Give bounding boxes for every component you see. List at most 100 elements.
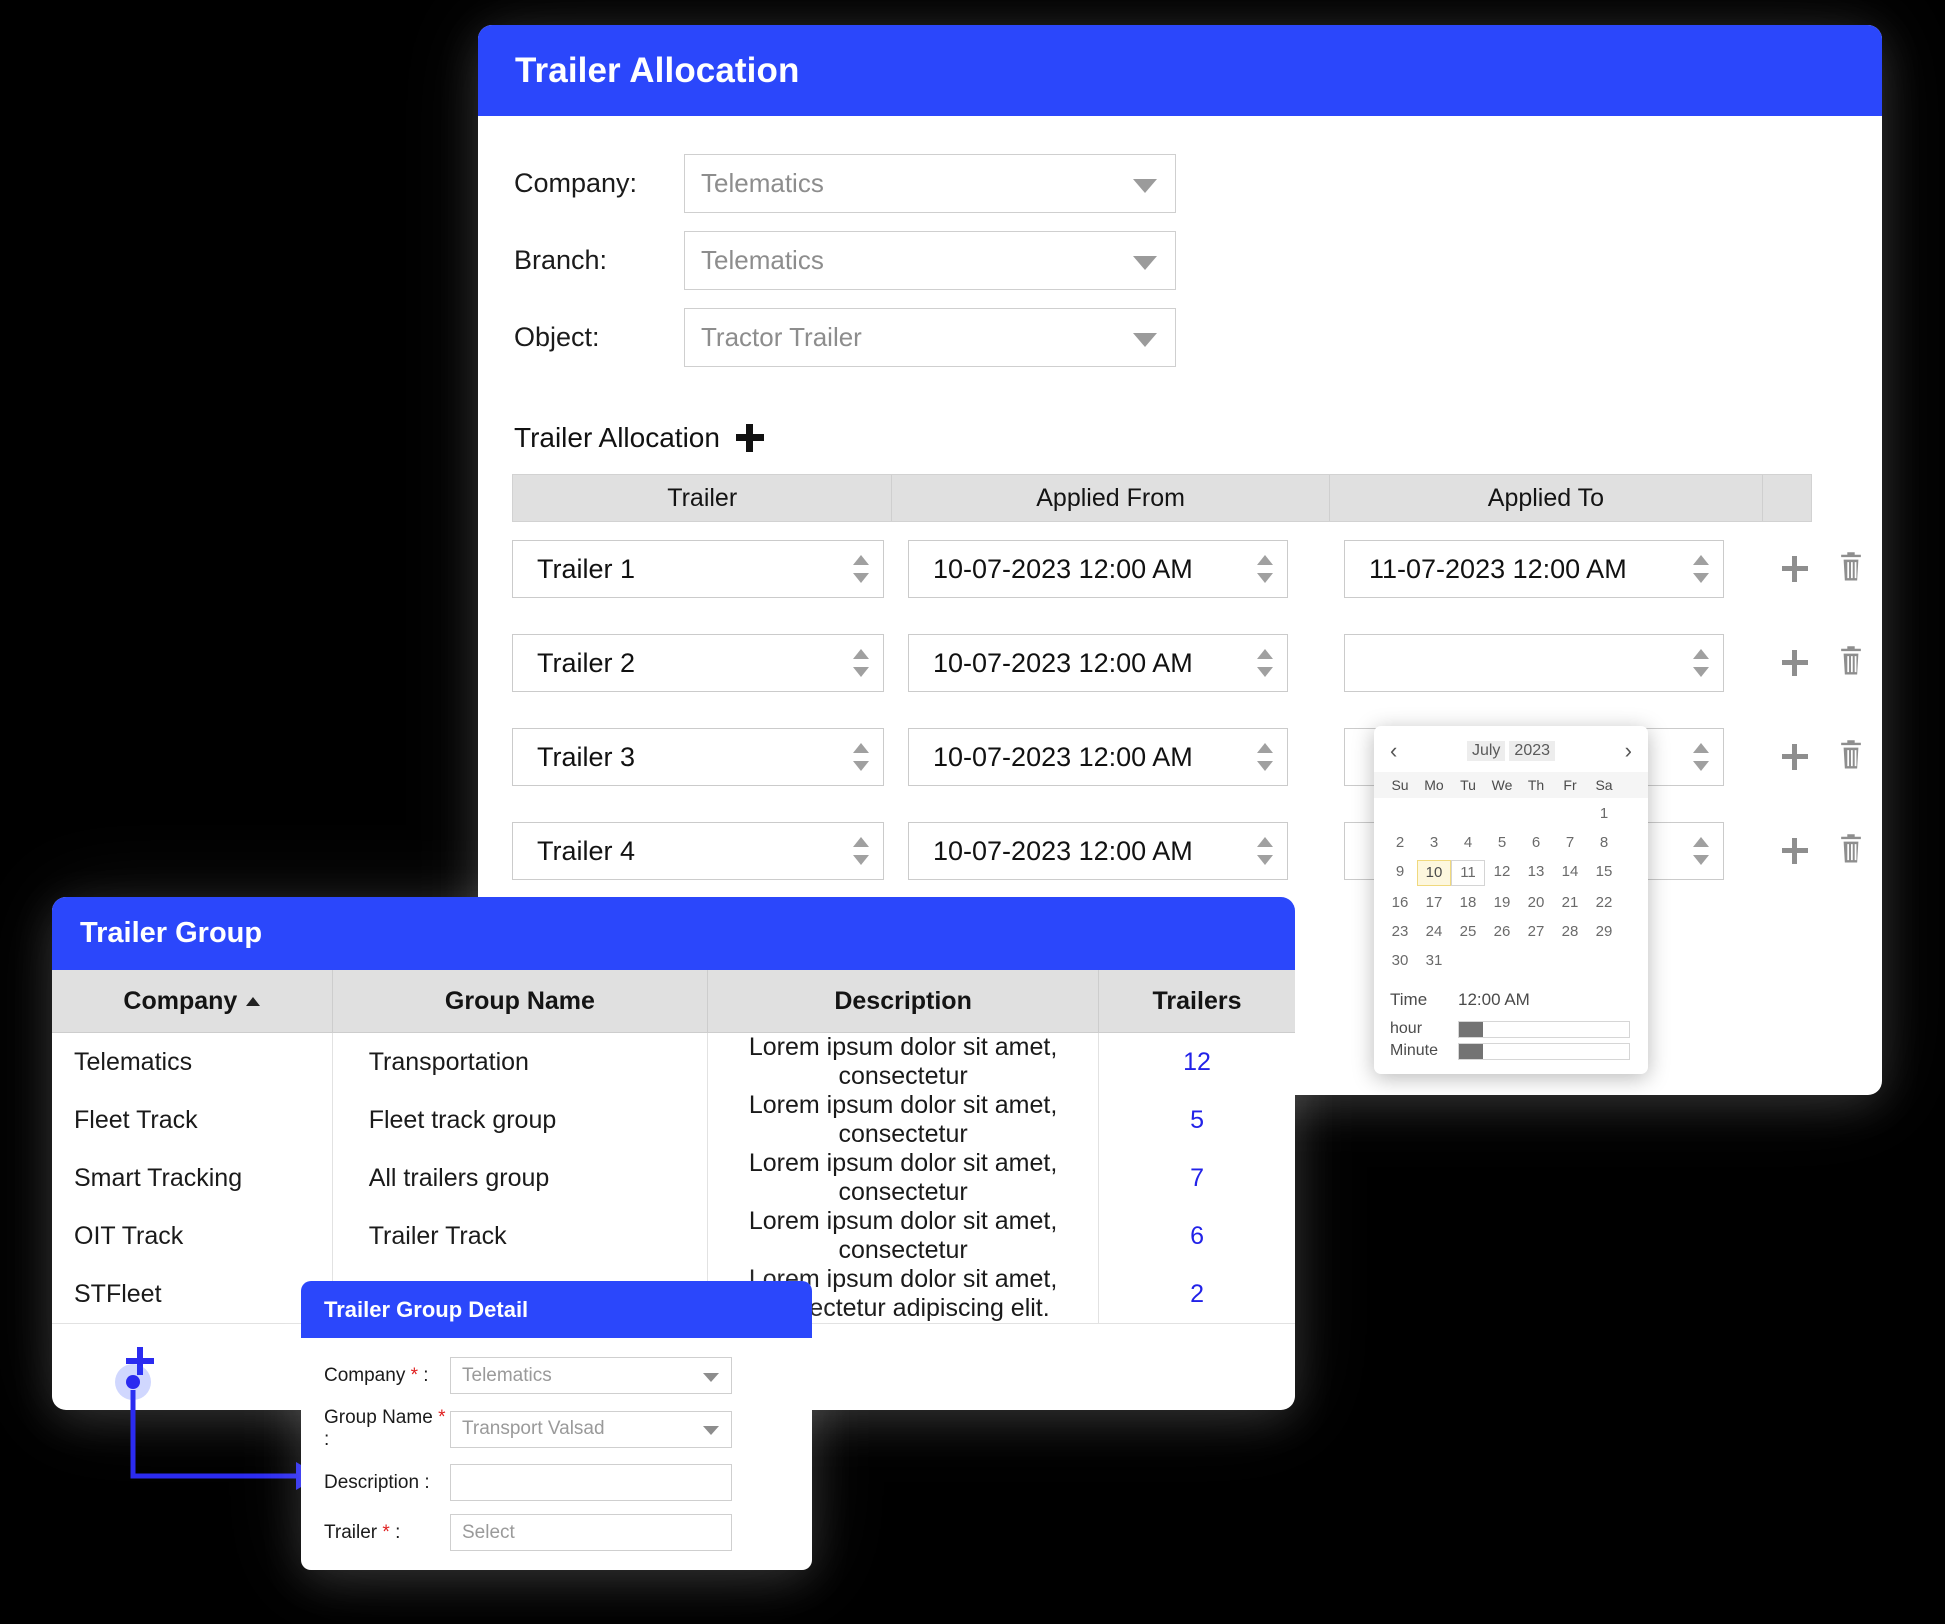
company-select[interactable]: Telematics	[684, 154, 1176, 213]
trailer-stepper[interactable]: Trailer 2	[512, 634, 884, 692]
day-cell[interactable]: 30	[1383, 949, 1417, 973]
day-cell-selected[interactable]: 10	[1417, 860, 1451, 886]
branch-select[interactable]: Telematics	[684, 231, 1176, 290]
day-cell[interactable]	[1485, 802, 1519, 826]
previous-month-icon[interactable]: ‹	[1390, 740, 1397, 762]
day-cell[interactable]: 23	[1383, 920, 1417, 944]
hour-slider[interactable]	[1458, 1020, 1630, 1038]
add-row-plus-icon[interactable]	[1782, 744, 1808, 770]
trailer-count-link[interactable]: 12	[1183, 1048, 1211, 1076]
day-cell[interactable]: 7	[1553, 831, 1587, 855]
applied-to-stepper[interactable]: 11-07-2023 12:00 AM	[1344, 540, 1724, 598]
day-cell[interactable]	[1383, 802, 1417, 826]
next-month-icon[interactable]: ›	[1625, 740, 1632, 762]
stepper-arrows-icon[interactable]	[1257, 743, 1273, 771]
trailer-count-link[interactable]: 6	[1190, 1222, 1204, 1250]
day-cell[interactable]: 2	[1383, 831, 1417, 855]
add-row-plus-icon[interactable]	[1782, 838, 1808, 864]
applied-from-stepper[interactable]: 10-07-2023 12:00 AM	[908, 822, 1288, 880]
date-picker-month[interactable]: July	[1466, 741, 1506, 761]
delete-row-trash-icon[interactable]	[1836, 645, 1866, 682]
stepper-arrows-icon[interactable]	[1257, 649, 1273, 677]
hour-slider-thumb[interactable]	[1459, 1021, 1483, 1037]
column-header-trailers[interactable]: Trailers	[1098, 970, 1295, 1033]
day-cell[interactable]: 12	[1485, 860, 1519, 886]
add-allocation-plus-icon[interactable]	[735, 424, 764, 452]
column-header-description[interactable]: Description	[707, 970, 1100, 1033]
detail-description-input[interactable]	[450, 1464, 732, 1501]
day-cell[interactable]: 18	[1451, 891, 1485, 915]
day-cell[interactable]	[1587, 949, 1621, 973]
day-cell-highlighted[interactable]: 11	[1451, 860, 1485, 886]
day-cell[interactable]: 9	[1383, 860, 1417, 886]
delete-row-trash-icon[interactable]	[1836, 833, 1866, 870]
column-header-company[interactable]: Company	[52, 970, 333, 1033]
day-cell[interactable]: 22	[1587, 891, 1621, 915]
day-cell[interactable]: 15	[1587, 860, 1621, 886]
delete-row-trash-icon[interactable]	[1836, 739, 1866, 776]
day-cell[interactable]	[1553, 802, 1587, 826]
day-cell[interactable]: 3	[1417, 831, 1451, 855]
day-cell[interactable]	[1519, 949, 1553, 973]
day-cell[interactable]: 1	[1587, 802, 1621, 826]
day-cell[interactable]: 6	[1519, 831, 1553, 855]
day-cell[interactable]	[1417, 802, 1451, 826]
day-cell[interactable]: 31	[1417, 949, 1451, 973]
day-cell[interactable]	[1553, 949, 1587, 973]
day-cell[interactable]: 25	[1451, 920, 1485, 944]
applied-to-stepper[interactable]	[1344, 634, 1724, 692]
day-cell[interactable]: 17	[1417, 891, 1451, 915]
trailer-stepper[interactable]: Trailer 1	[512, 540, 884, 598]
trailer-count-link[interactable]: 2	[1190, 1280, 1204, 1308]
day-cell[interactable]: 21	[1553, 891, 1587, 915]
stepper-arrows-icon[interactable]	[1693, 649, 1709, 677]
table-row[interactable]: Fleet Track Fleet track group Lorem ipsu…	[52, 1091, 1295, 1149]
stepper-arrows-icon[interactable]	[1257, 837, 1273, 865]
day-cell[interactable]	[1519, 802, 1553, 826]
add-row-plus-icon[interactable]	[1782, 556, 1808, 582]
day-cell[interactable]: 20	[1519, 891, 1553, 915]
date-picker-year[interactable]: 2023	[1509, 741, 1556, 761]
stepper-arrows-icon[interactable]	[853, 837, 869, 865]
detail-company-select[interactable]: Telematics	[450, 1357, 732, 1394]
applied-from-stepper[interactable]: 10-07-2023 12:00 AM	[908, 634, 1288, 692]
minute-slider[interactable]	[1458, 1042, 1630, 1060]
applied-from-stepper[interactable]: 10-07-2023 12:00 AM	[908, 540, 1288, 598]
trailer-count-link[interactable]: 7	[1190, 1164, 1204, 1192]
day-cell[interactable]: 8	[1587, 831, 1621, 855]
applied-from-stepper[interactable]: 10-07-2023 12:00 AM	[908, 728, 1288, 786]
object-select[interactable]: Tractor Trailer	[684, 308, 1176, 367]
table-row[interactable]: Telematics Transportation Lorem ipsum do…	[52, 1032, 1295, 1091]
day-cell[interactable]: 19	[1485, 891, 1519, 915]
day-cell[interactable]: 5	[1485, 831, 1519, 855]
minute-slider-thumb[interactable]	[1459, 1043, 1483, 1059]
stepper-arrows-icon[interactable]	[853, 555, 869, 583]
day-cell[interactable]: 26	[1485, 920, 1519, 944]
day-cell[interactable]: 24	[1417, 920, 1451, 944]
day-cell[interactable]: 28	[1553, 920, 1587, 944]
day-cell[interactable]: 14	[1553, 860, 1587, 886]
delete-row-trash-icon[interactable]	[1836, 551, 1866, 588]
trailer-stepper[interactable]: Trailer 3	[512, 728, 884, 786]
table-row[interactable]: OIT Track Trailer Track Lorem ipsum dolo…	[52, 1207, 1295, 1265]
day-cell[interactable]: 16	[1383, 891, 1417, 915]
detail-trailer-input[interactable]: Select	[450, 1514, 732, 1551]
day-cell[interactable]	[1451, 802, 1485, 826]
stepper-arrows-icon[interactable]	[1693, 555, 1709, 583]
day-cell[interactable]: 27	[1519, 920, 1553, 944]
table-row[interactable]: Smart Tracking All trailers group Lorem …	[52, 1149, 1295, 1207]
stepper-arrows-icon[interactable]	[1257, 555, 1273, 583]
stepper-arrows-icon[interactable]	[853, 649, 869, 677]
day-cell[interactable]	[1451, 949, 1485, 973]
detail-group-name-select[interactable]: Transport Valsad	[450, 1410, 732, 1448]
day-cell[interactable]: 29	[1587, 920, 1621, 944]
day-cell[interactable]: 13	[1519, 860, 1553, 886]
column-header-group-name[interactable]: Group Name	[332, 970, 709, 1033]
stepper-arrows-icon[interactable]	[1693, 743, 1709, 771]
trailer-count-link[interactable]: 5	[1190, 1106, 1204, 1134]
add-row-plus-icon[interactable]	[1782, 650, 1808, 676]
day-cell[interactable]	[1485, 949, 1519, 973]
stepper-arrows-icon[interactable]	[853, 743, 869, 771]
stepper-arrows-icon[interactable]	[1693, 837, 1709, 865]
trailer-stepper[interactable]: Trailer 4	[512, 822, 884, 880]
